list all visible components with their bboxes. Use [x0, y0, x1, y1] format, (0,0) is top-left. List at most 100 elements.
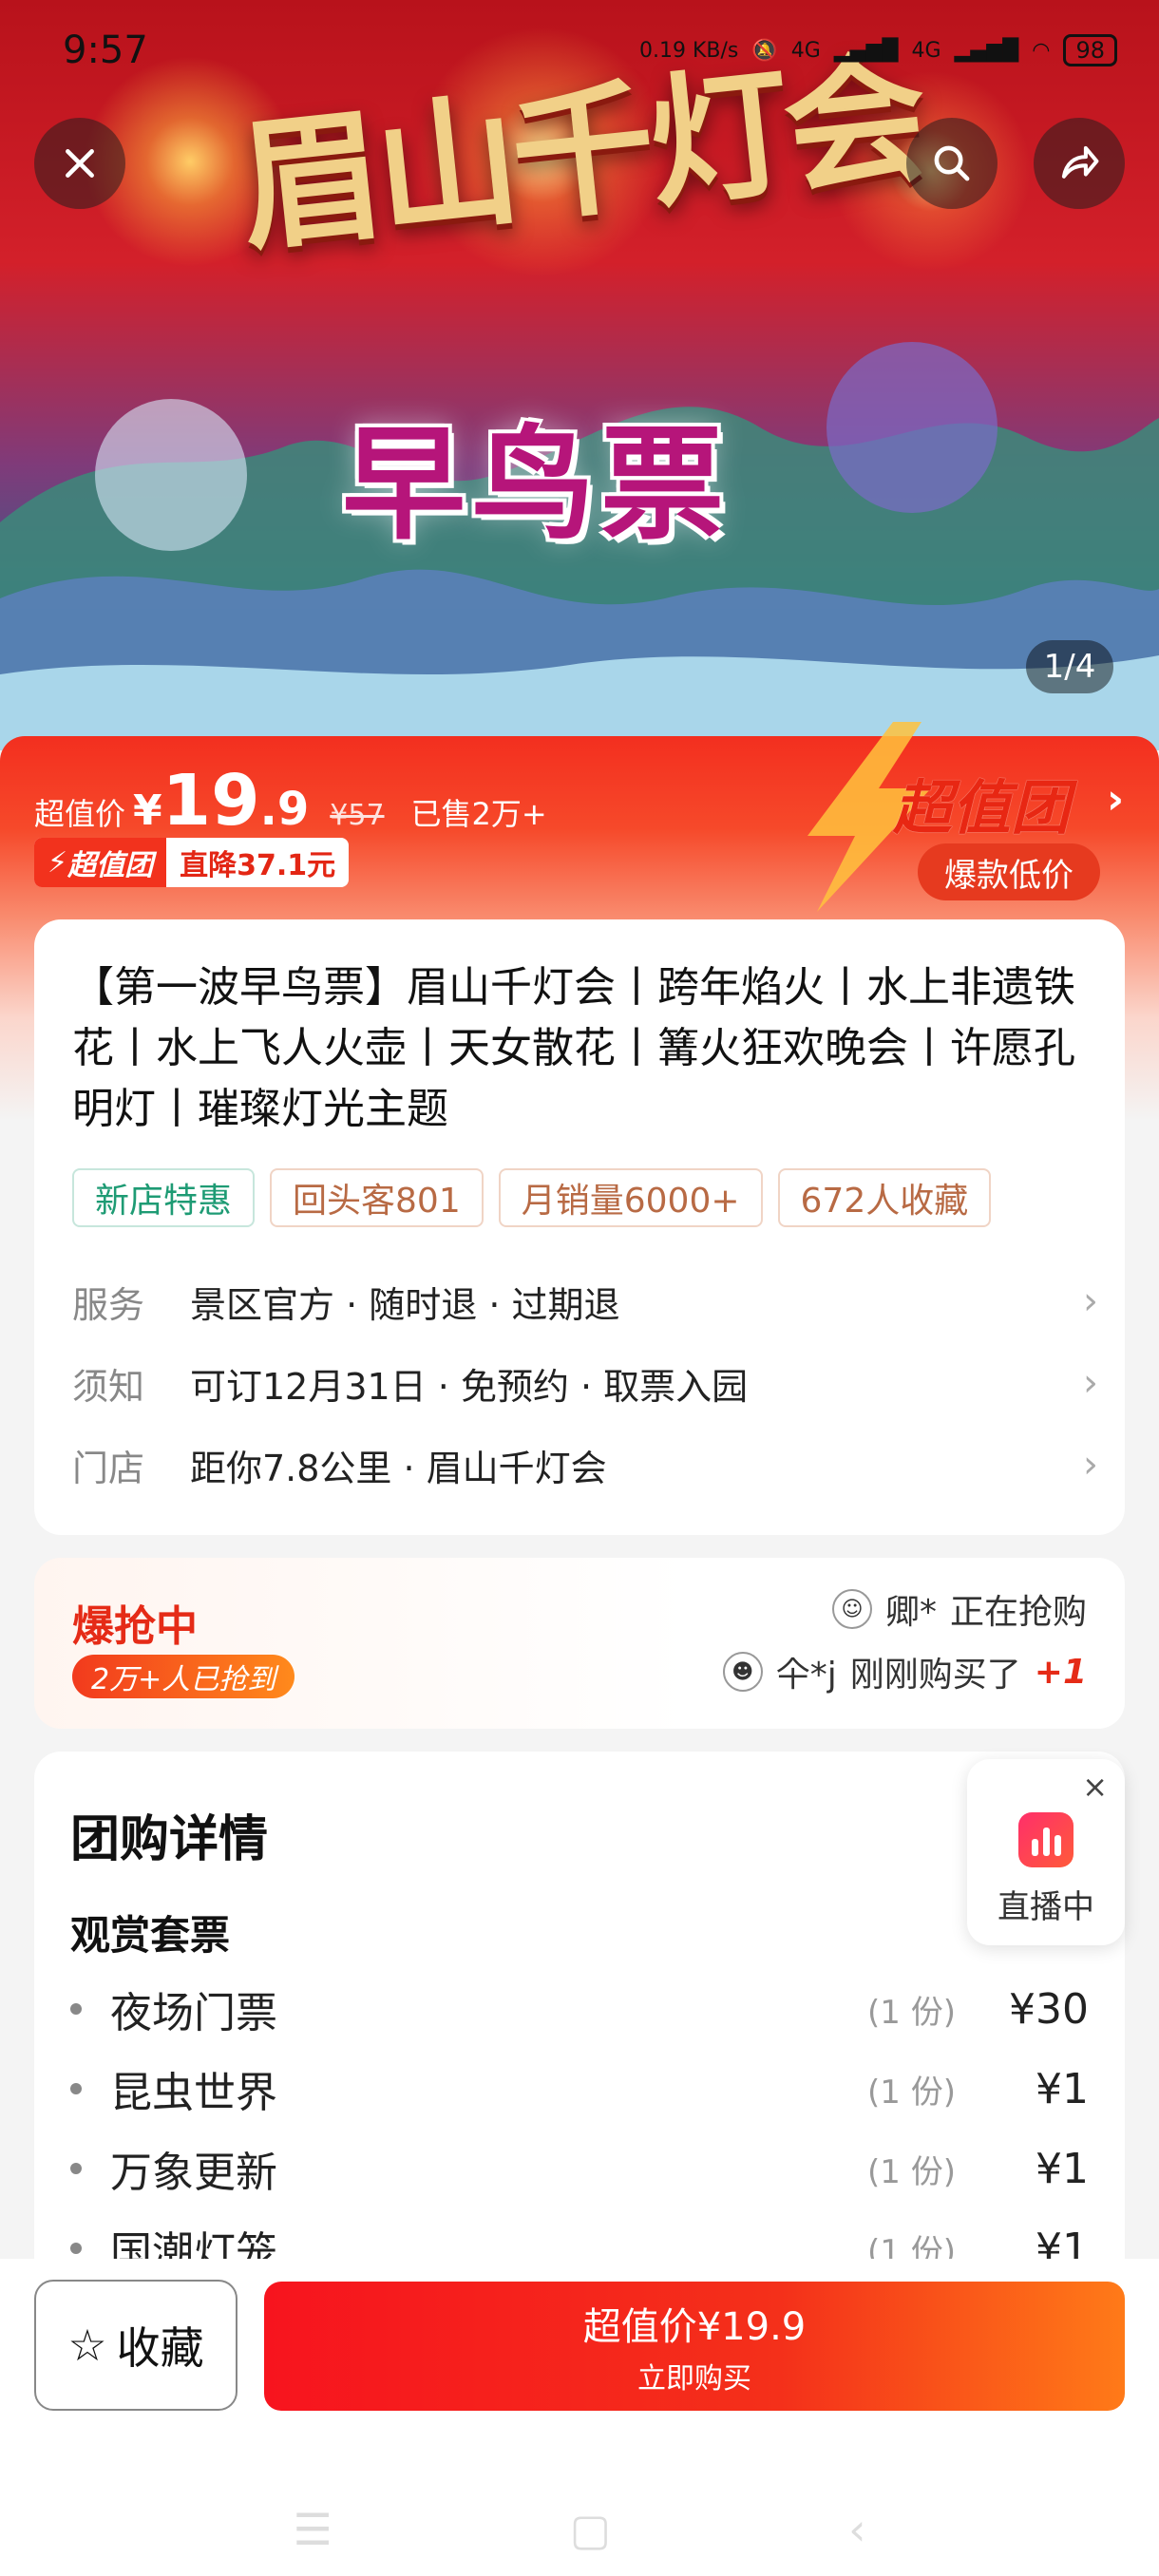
- bullet-dot: [70, 2243, 82, 2254]
- battery-icon: 98: [1063, 34, 1117, 66]
- package-item-price: ¥30: [1009, 1984, 1089, 2034]
- chip-repeat-customers: 回头客801: [270, 1168, 484, 1227]
- group-buy-details-card: 团购详情 观赏套票 夜场门票 (1 份) ¥30 昆虫世界 (1 份) ¥1 万…: [34, 1752, 1125, 2283]
- image-page-counter: 1/4: [1026, 640, 1113, 693]
- hero-banner-image[interactable]: 眉山千灯会 早鸟票: [0, 0, 1159, 750]
- feed-user: 仐*j: [775, 1656, 837, 1695]
- chip-new-store: 新店特惠: [72, 1168, 256, 1227]
- package-item-price: ¥1: [1036, 2064, 1089, 2113]
- signal-2: 4G: [911, 38, 941, 63]
- row-key: 门店: [72, 1447, 145, 1489]
- row-key: 服务: [72, 1283, 145, 1326]
- price-currency: ¥: [133, 786, 162, 835]
- discount-tag-brand-text: 超值团: [67, 849, 154, 882]
- bullet-dot: [70, 2083, 82, 2094]
- price-integer: 19: [162, 760, 260, 842]
- package-item-qty: (1 份): [867, 1993, 956, 2032]
- sold-count: 已售2万+: [410, 796, 547, 832]
- status-bar: 9:57 0.19 KB/s 🔕 4G ▂▄▆█ 4G ▂▄▆█ ◠ 98: [0, 0, 1159, 104]
- chevron-right-icon: ›: [1083, 1361, 1098, 1405]
- buy-price: 超值价¥19.9: [582, 2305, 807, 2349]
- discount-tag: ⚡ 超值团 直降37.1元: [34, 838, 350, 887]
- search-icon: [934, 145, 970, 181]
- bullet-dot: [70, 2003, 82, 2015]
- close-icon: [66, 149, 94, 178]
- feed-plus-one: +1: [1034, 1652, 1087, 1692]
- live-bars-icon: [1018, 1812, 1074, 1867]
- favorite-label: 收藏: [116, 2322, 204, 2374]
- chevron-right-icon: ›: [1083, 1279, 1098, 1323]
- close-button[interactable]: [34, 118, 125, 209]
- purchase-feed-item: ☻ 仐*j 刚刚购买了 +1: [722, 1647, 1087, 1696]
- package-item: 万象更新 (1 份) ¥1: [70, 2135, 1089, 2202]
- mute-bell-icon: 🔕: [751, 38, 778, 63]
- avatar: ☻: [722, 1652, 763, 1692]
- chevron-right-icon: ›: [1083, 1443, 1098, 1487]
- store-row[interactable]: 门店 距你7.8公里 · 眉山千灯会 ›: [72, 1436, 1098, 1493]
- package-item-qty: (1 份): [867, 2073, 956, 2112]
- chip-monthly-sales: 月销量6000+: [498, 1168, 763, 1227]
- price-label: 超值价: [34, 796, 126, 832]
- notice-row[interactable]: 须知 可订12月31日 · 免预约 · 取票入园 ›: [72, 1354, 1098, 1411]
- share-button[interactable]: [1034, 118, 1125, 209]
- signal-1: 4G: [790, 38, 821, 63]
- service-row[interactable]: 服务 景区官方 · 随时退 · 过期退 ›: [72, 1273, 1098, 1330]
- discount-tag-brand: ⚡ 超值团: [34, 838, 167, 887]
- package-item-name: 万象更新: [110, 2149, 277, 2197]
- search-button[interactable]: [906, 118, 998, 209]
- buy-label: 立即购买: [637, 2362, 751, 2396]
- price-row: 超值价 ¥ 19 .9 ¥57 已售2万+: [34, 760, 547, 842]
- home-icon[interactable]: ▢: [570, 2504, 611, 2555]
- chevron-right-icon: ›: [1107, 775, 1125, 824]
- package-item-name: 昆虫世界: [110, 2069, 277, 2117]
- row-value: 可订12月31日 · 免预约 · 取票入园: [190, 1365, 749, 1408]
- discount-amount: 直降37.1元: [180, 849, 336, 882]
- buy-now-button[interactable]: 超值价¥19.9 立即购买: [264, 2282, 1125, 2411]
- original-price: ¥57: [330, 799, 385, 832]
- live-stream-float[interactable]: × 直播中: [967, 1759, 1125, 1945]
- status-time: 9:57: [63, 28, 148, 72]
- back-icon[interactable]: ‹: [848, 2504, 865, 2555]
- package-item: 昆虫世界 (1 份) ¥1: [70, 2055, 1089, 2122]
- purchase-feed-item: ☺ 卿* 正在抢购: [831, 1584, 1087, 1634]
- bullet-dot: [70, 2163, 82, 2174]
- signal-bars-icon: ▂▄▆█: [833, 38, 899, 63]
- system-nav-bar: ☰ ▢ ‹: [0, 2487, 1159, 2572]
- row-value: 景区官方 · 随时退 · 过期退: [190, 1283, 620, 1326]
- deal-badge-title: 超值团: [893, 773, 1071, 843]
- feed-user: 卿*: [884, 1593, 937, 1632]
- signal-bars-icon: ▂▄▆█: [954, 38, 1019, 63]
- avatar: ☺: [831, 1589, 872, 1629]
- hot-selling-card: 爆抢中 2万+人已抢到 ☺ 卿* 正在抢购 ☻ 仐*j 刚刚购买了 +1: [34, 1558, 1125, 1729]
- package-item: 夜场门票 (1 份) ¥30: [70, 1976, 1089, 2042]
- close-icon[interactable]: ×: [1082, 1769, 1108, 1805]
- details-title: 团购详情: [70, 1811, 269, 1868]
- share-icon: [1061, 145, 1099, 179]
- deal-badge[interactable]: 超值团 › 爆款低价: [779, 722, 1159, 912]
- wifi-icon: ◠: [1032, 38, 1051, 63]
- grabbed-count-badge: 2万+人已抢到: [72, 1655, 295, 1698]
- row-key: 须知: [72, 1365, 145, 1408]
- deal-badge-subtitle: 爆款低价: [918, 843, 1100, 900]
- package-item-qty: (1 份): [867, 2152, 956, 2191]
- row-value: 距你7.8公里 · 眉山千灯会: [190, 1447, 607, 1489]
- menu-icon[interactable]: ☰: [293, 2504, 332, 2555]
- product-chips: 新店特惠 回头客801 月销量6000+ 672人收藏: [72, 1168, 992, 1227]
- live-label: 直播中: [998, 1888, 1094, 1926]
- bottom-action-bar: ☆ 收藏 超值价¥19.9 立即购买 ☰ ▢ ‹: [0, 2259, 1159, 2576]
- package-subtitle: 观赏套票: [70, 1912, 231, 1959]
- package-item-name: 夜场门票: [110, 1989, 277, 2037]
- net-speed: 0.19 KB/s: [639, 38, 739, 63]
- favorite-button[interactable]: ☆ 收藏: [34, 2280, 238, 2411]
- hot-selling-title: 爆抢中: [72, 1602, 198, 1651]
- package-item-price: ¥1: [1036, 2144, 1089, 2193]
- feed-action: 正在抢购: [949, 1593, 1087, 1632]
- feed-action: 刚刚购买了: [849, 1656, 1021, 1695]
- lightning-icon: ⚡: [48, 845, 68, 880]
- product-title: 【第一波早鸟票】眉山千灯会丨跨年焰火丨水上非遗铁花丨水上飞人火壶丨天女散花丨篝火…: [72, 963, 1075, 1133]
- chip-favorites: 672人收藏: [777, 1168, 992, 1227]
- product-info-card: 【第一波早鸟票】眉山千灯会丨跨年焰火丨水上非遗铁花丨水上飞人火壶丨天女散花丨篝火…: [34, 919, 1125, 1535]
- star-icon: ☆: [67, 2320, 107, 2371]
- status-icons: 0.19 KB/s 🔕 4G ▂▄▆█ 4G ▂▄▆█ ◠ 98: [639, 34, 1117, 66]
- hero-subtitle: 早鸟票: [342, 412, 731, 557]
